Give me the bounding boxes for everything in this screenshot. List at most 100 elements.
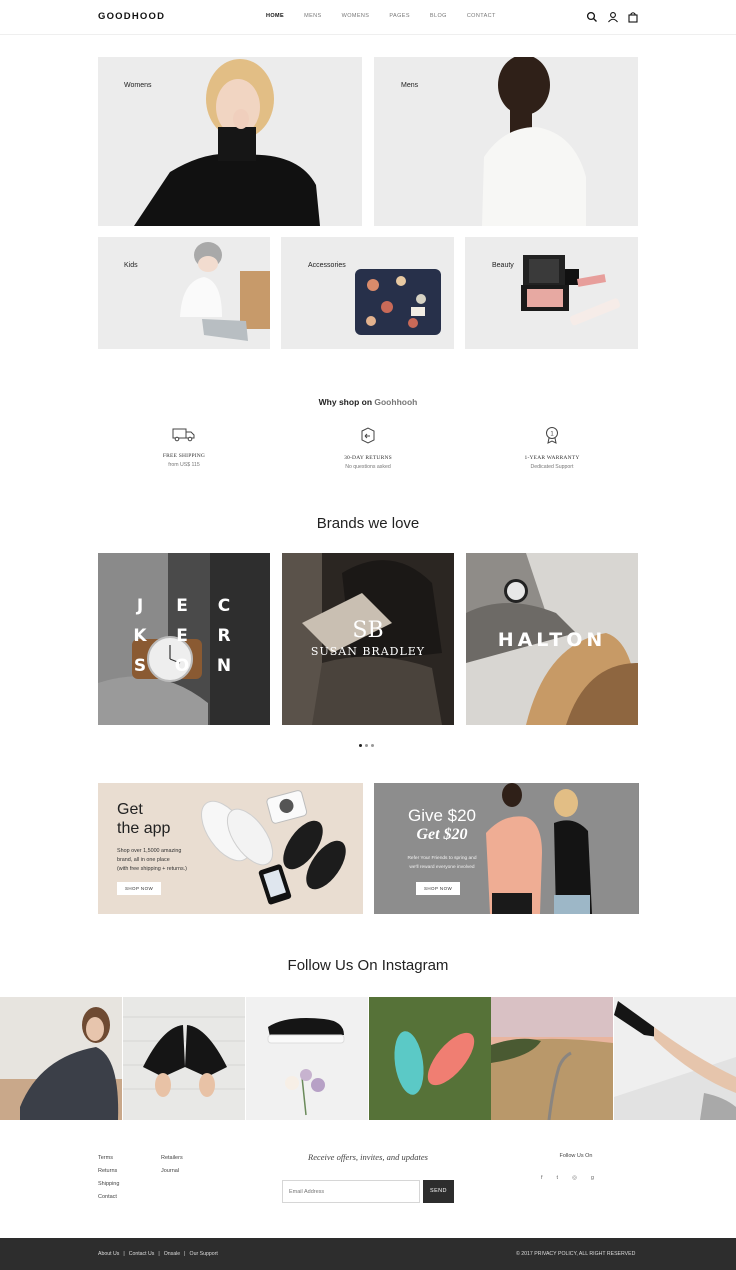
slider-dot[interactable]	[371, 744, 374, 747]
brand-letter: N	[217, 656, 231, 676]
nav-mens[interactable]: MENS	[304, 13, 322, 19]
nav-womens[interactable]: WOMENS	[342, 13, 370, 19]
feature-subtitle: from US$ 115	[168, 462, 200, 468]
footer-link-contact[interactable]: Contact	[98, 1191, 119, 1204]
accessories-image	[281, 237, 454, 349]
category-tile-kids[interactable]: Kids	[98, 237, 270, 349]
footer-bottom-links: About Us | Contact Us | Onsale | Our Suppor…	[98, 1251, 218, 1257]
brand-name: SUSAN BRADLEY	[311, 645, 425, 658]
slider-dot[interactable]	[359, 744, 362, 747]
category-label-beauty: Beauty	[492, 262, 514, 269]
halton-image: HALTON	[466, 553, 638, 725]
category-tile-mens[interactable]: Mens	[374, 57, 638, 226]
app-shop-now-button[interactable]: SHOP NOW	[117, 882, 162, 895]
instagram-photo-1-image	[0, 997, 122, 1120]
footer-link-retailers[interactable]: Retailers	[161, 1152, 183, 1165]
category-tile-accessories[interactable]: Accessories	[281, 237, 454, 349]
copyright-text: © 2017 PRIVACY POLICY, ALL RIGHT RESERVE…	[516, 1251, 636, 1257]
why-shop-prefix: Why shop on	[318, 397, 375, 407]
site-logo[interactable]: GOODHOOD	[98, 11, 165, 22]
follow-us-label: Follow Us On	[559, 1153, 593, 1159]
brands-heading: Brands we love	[316, 515, 420, 532]
user-icon[interactable]	[607, 11, 619, 23]
newsletter-send-button[interactable]: SEND	[423, 1180, 454, 1203]
feature-subtitle: No questions asked	[345, 464, 391, 470]
separator: |	[123, 1251, 125, 1257]
app-promo-body-line3: (with free shipping + returns.)	[117, 866, 187, 872]
footer-bottom-link-about[interactable]: About Us	[98, 1251, 119, 1257]
category-label-mens: Mens	[401, 82, 419, 89]
instagram-icon[interactable]: ◎	[572, 1175, 577, 1181]
footer-bottom-link-support[interactable]: Our Support	[190, 1251, 218, 1257]
main-nav: HOME MENS WOMENS PAGES BLOG CONTACT	[266, 13, 516, 19]
category-tile-womens[interactable]: Womens	[98, 57, 362, 226]
brand-letter: O	[175, 656, 189, 676]
facebook-icon[interactable]: f	[541, 1175, 543, 1181]
why-shop-heading: Why shop on Goohhooh	[0, 397, 736, 407]
bag-icon[interactable]	[627, 11, 639, 23]
footer-link-journal[interactable]: Journal	[161, 1165, 183, 1178]
instagram-photo-2-image	[123, 997, 245, 1120]
feature-title: 1-YEAR WARRANTY	[524, 455, 580, 461]
promo-give-get: Give $20 Get $20 Refer Your Friends to s…	[374, 783, 639, 914]
footer-bottom-link-contact[interactable]: Contact Us	[129, 1251, 155, 1257]
promo-get-the-app: Get the app Shop over 1,5000 amazing bra…	[98, 783, 363, 914]
feature-warranty: 1 1-YEAR WARRANTY Dedicated Support	[492, 426, 612, 470]
brand-card-susan-bradley[interactable]: SB SUSAN BRADLEY	[282, 553, 454, 725]
app-promo-body-line2: brand, all in one place	[117, 857, 170, 863]
svg-text:1: 1	[550, 432, 554, 438]
separator: |	[158, 1251, 160, 1257]
feature-title: FREE SHIPPING	[162, 453, 206, 459]
google-plus-icon[interactable]: g	[591, 1175, 594, 1181]
category-label-kids: Kids	[124, 262, 138, 269]
instagram-photo[interactable]	[0, 997, 122, 1120]
nav-pages[interactable]: PAGES	[389, 13, 410, 19]
feature-subtitle: Dedicated Support	[530, 464, 574, 470]
brand-card-jeckerson[interactable]: J E C K E R S O N	[98, 553, 270, 725]
instagram-heading: Follow Us On Instagram	[287, 957, 449, 974]
instagram-photo[interactable]	[491, 997, 613, 1120]
twitter-icon[interactable]: t	[557, 1175, 559, 1181]
brand-monogram: SB	[352, 618, 383, 643]
slider-dot[interactable]	[365, 744, 368, 747]
instagram-photo-6-image	[614, 997, 736, 1120]
brand-letter: C	[218, 596, 230, 616]
search-icon[interactable]	[586, 11, 598, 23]
category-label-womens: Womens	[124, 82, 152, 89]
footer-link-terms[interactable]: Terms	[98, 1152, 119, 1165]
award-icon: 1	[546, 427, 558, 444]
social-links: f t ◎ g	[541, 1175, 594, 1181]
footer-link-shipping[interactable]: Shipping	[98, 1178, 119, 1191]
nav-home[interactable]: HOME	[266, 13, 284, 19]
feature-free-shipping: FREE SHIPPING from US$ 115	[124, 426, 244, 468]
gift-promo-body-line2: we'll reward everyone involved	[409, 865, 475, 870]
separator: |	[184, 1251, 186, 1257]
footer-links-col2: Retailers Journal	[161, 1152, 183, 1178]
jeckerson-image: J E C K E R S O N	[98, 553, 270, 725]
instagram-photo[interactable]	[123, 997, 245, 1120]
brand-letter: E	[176, 596, 188, 616]
newsletter-email-input[interactable]	[282, 1180, 420, 1203]
instagram-photo[interactable]	[369, 997, 491, 1120]
instagram-photo[interactable]	[614, 997, 736, 1120]
instagram-photo-3-image	[246, 997, 368, 1120]
nav-contact[interactable]: CONTACT	[467, 13, 496, 19]
susan-bradley-image: SB SUSAN BRADLEY	[282, 553, 454, 725]
instagram-photo[interactable]	[246, 997, 368, 1120]
brands-slider-dots	[359, 744, 374, 747]
footer-link-returns[interactable]: Returns	[98, 1165, 119, 1178]
footer-bottom-link-onsale[interactable]: Onsale	[164, 1251, 180, 1257]
newsletter-title: Receive offers, invites, and updates	[308, 1152, 428, 1162]
nav-blog[interactable]: BLOG	[430, 13, 447, 19]
brand-letter: R	[217, 626, 230, 646]
brand-card-halton[interactable]: HALTON	[466, 553, 638, 725]
category-tile-beauty[interactable]: Beauty	[465, 237, 638, 349]
category-label-accessories: Accessories	[308, 262, 346, 269]
instagram-photo-4-image	[369, 997, 491, 1120]
beauty-image	[465, 237, 638, 349]
brand-letter: J	[136, 596, 143, 616]
gift-shop-now-button[interactable]: SHOP NOW	[416, 882, 461, 895]
app-promo-title-line1: Get	[117, 801, 143, 818]
gift-promo-title-line1: Give $20	[407, 806, 477, 825]
app-promo-title-line2: the app	[117, 820, 171, 837]
